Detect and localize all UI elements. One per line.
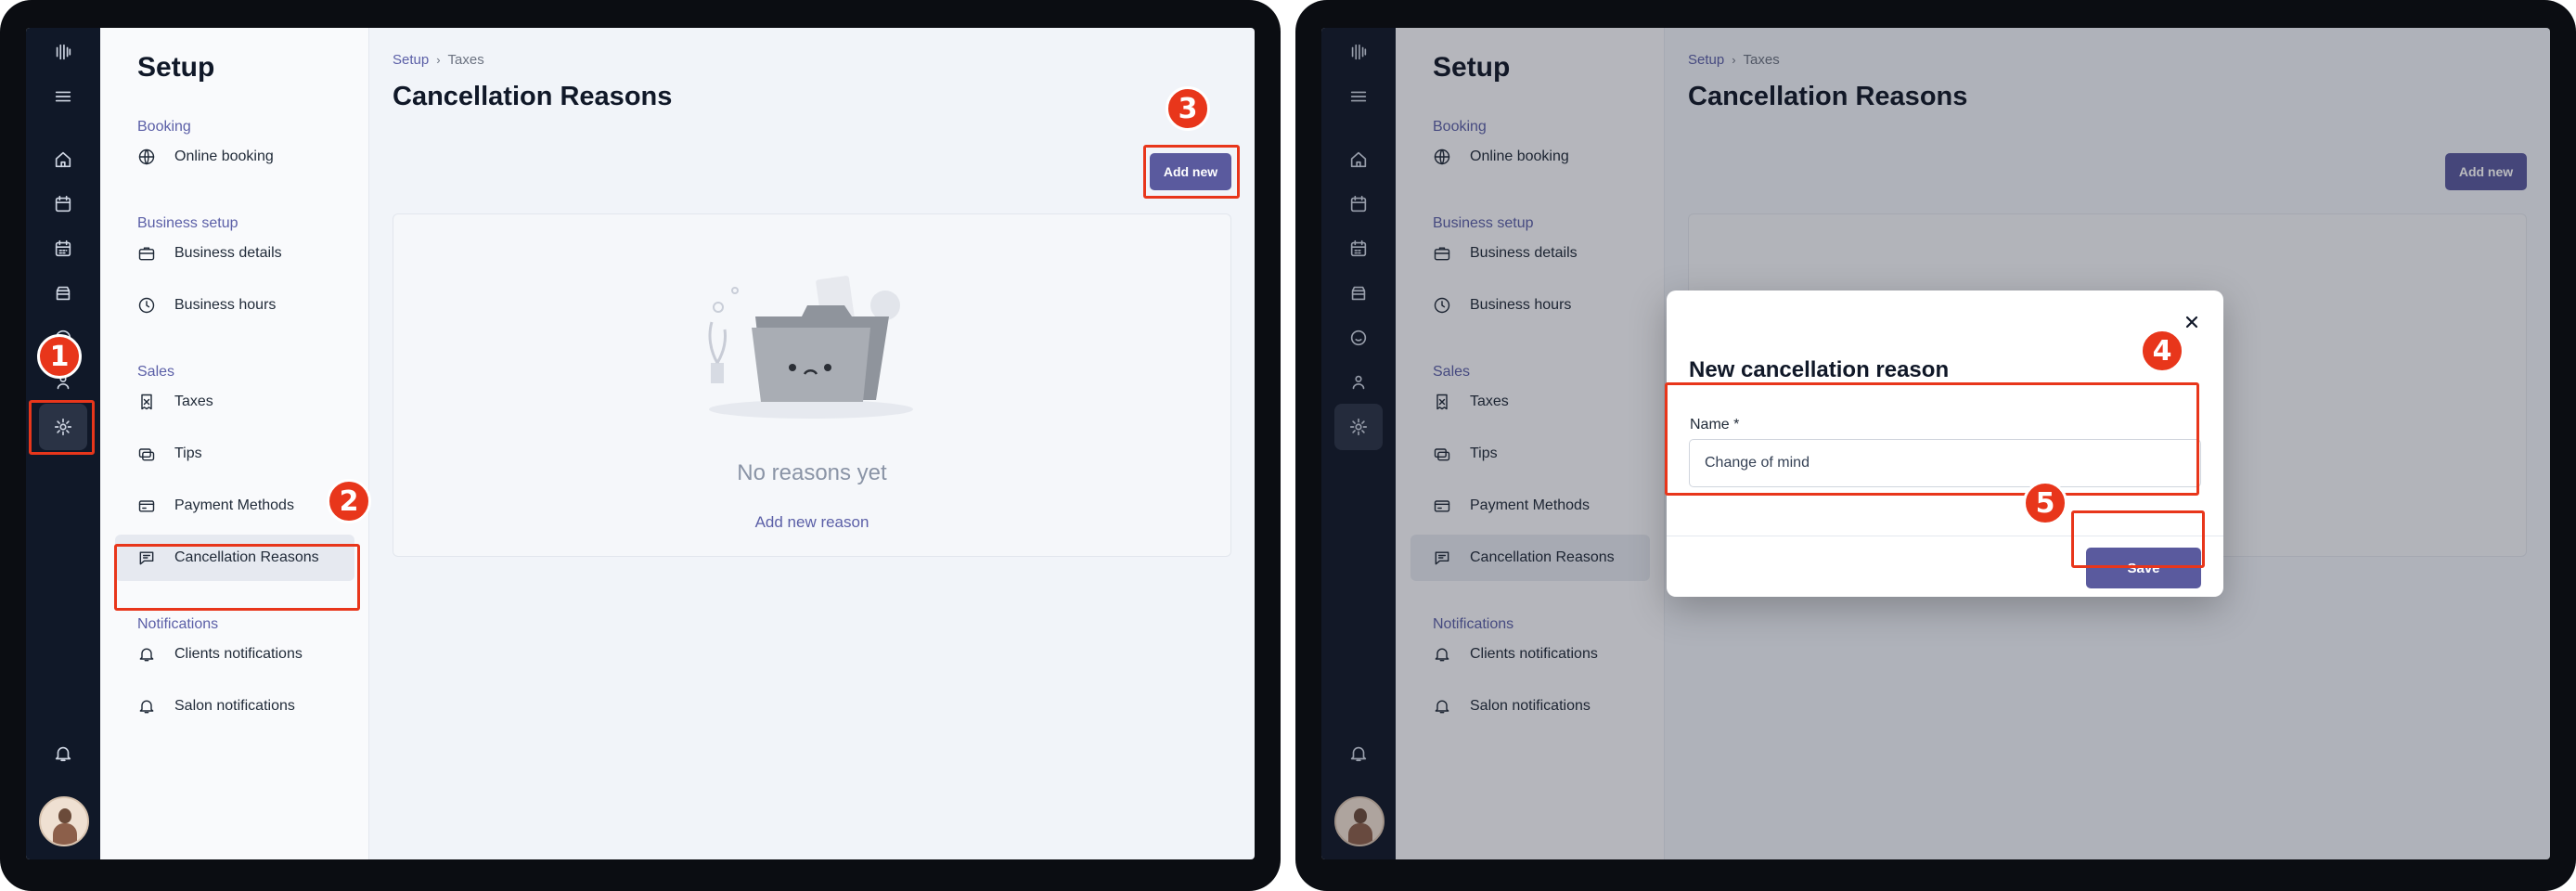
step-badge-2: 2 [327, 479, 371, 523]
add-new-reason-link[interactable]: Add new reason [393, 513, 1230, 532]
sidebar-item-payment-methods[interactable]: Payment Methods [115, 483, 354, 529]
left-screen: Setup Booking Online booking Business se… [26, 28, 1255, 859]
bell-icon [139, 700, 154, 714]
sidebar-item-business-hours[interactable]: Business hours [115, 282, 354, 329]
empty-state-text: No reasons yet [737, 460, 887, 485]
logo-icon[interactable] [52, 41, 74, 63]
receipt-icon [141, 394, 152, 410]
bell-icon [139, 648, 154, 662]
highlight-add-new [1143, 145, 1240, 199]
highlight-name-field [1665, 382, 2199, 496]
breadcrumb: Setup › Taxes [393, 52, 484, 68]
calendar-icon[interactable] [52, 193, 74, 215]
bell-icon[interactable] [52, 742, 74, 765]
step-badge-5: 5 [2023, 481, 2067, 525]
globe-icon [138, 148, 155, 165]
setup-title: Setup [137, 52, 215, 83]
setup-sidebar: Setup Booking Online booking Business se… [100, 28, 369, 859]
tips-icon [138, 448, 155, 461]
home-icon[interactable] [52, 148, 74, 171]
calendar-grid-icon[interactable] [52, 238, 74, 260]
main-content: Setup › Taxes Cancellation Reasons Add n… [369, 28, 1255, 859]
highlight-cancellation-reasons [114, 544, 360, 611]
inventory-icon[interactable] [52, 282, 74, 304]
step-badge-3: 3 [1166, 86, 1210, 131]
empty-folder-illustration [708, 276, 913, 419]
close-icon[interactable] [2183, 313, 2201, 331]
breadcrumb-setup-link[interactable]: Setup [393, 52, 429, 68]
chevron-right-icon: › [436, 53, 441, 67]
right-device-frame: Setup Booking Online booking Business se… [1295, 0, 2576, 891]
sidebar-item-taxes[interactable]: Taxes [115, 379, 354, 425]
sidebar-item-online-booking[interactable]: Online booking [115, 134, 354, 180]
sidebar-item-business-details[interactable]: Business details [115, 230, 354, 277]
sidebar-item-salon-notifications[interactable]: Salon notifications [115, 683, 354, 730]
highlight-settings-rail [29, 400, 95, 455]
modal-title: New cancellation reason [1689, 357, 1950, 382]
menu-icon[interactable] [52, 85, 74, 108]
step-badge-1: 1 [37, 334, 82, 379]
page-title: Cancellation Reasons [393, 82, 673, 111]
breadcrumb-current: Taxes [447, 52, 484, 68]
avatar[interactable] [39, 796, 89, 846]
highlight-save-button [2071, 510, 2205, 568]
clock-icon [138, 297, 155, 314]
card-icon [138, 500, 155, 512]
empty-state-panel: No reasons yet Add new reason [393, 213, 1231, 557]
sidebar-item-tips[interactable]: Tips [115, 431, 354, 477]
briefcase-icon [138, 247, 155, 261]
sidebar-item-clients-notifications[interactable]: Clients notifications [115, 631, 354, 678]
left-device-frame: Setup Booking Online booking Business se… [0, 0, 1281, 891]
step-badge-4: 4 [2140, 329, 2184, 373]
